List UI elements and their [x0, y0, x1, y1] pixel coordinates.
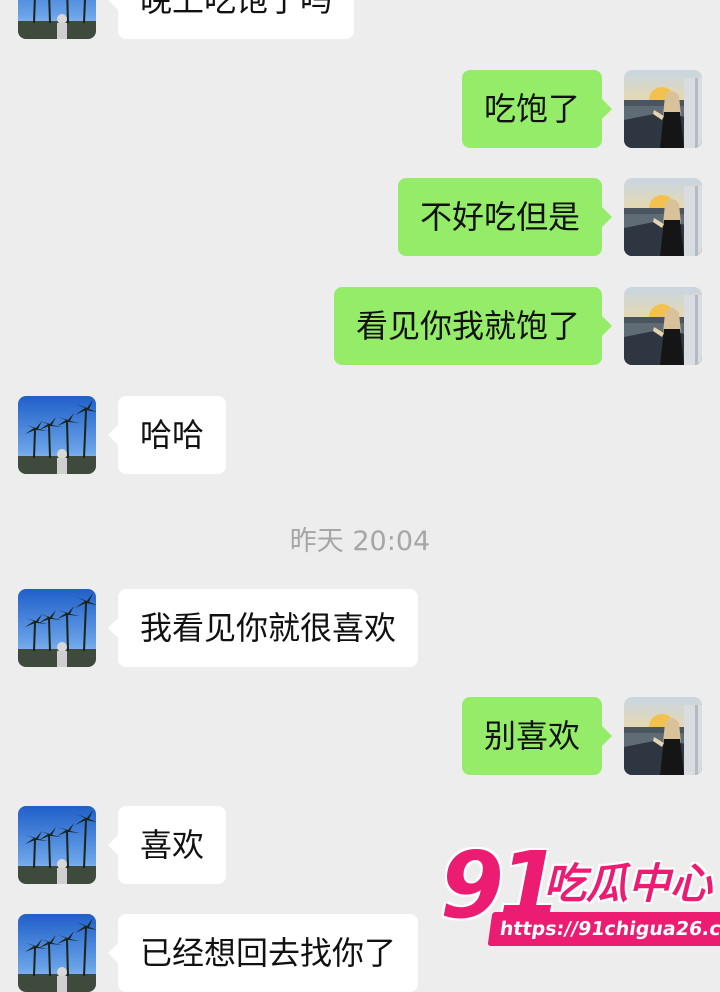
- chat-area[interactable]: 晚上吃饱了吗 吃饱了 不好吃但是 看见你我就饱了 哈哈 昨天 20:04 我看见…: [0, 0, 720, 992]
- message-bubble-incoming[interactable]: 喜欢: [107, 806, 227, 884]
- message-bubble-outgoing[interactable]: 别喜欢: [461, 697, 613, 775]
- watermark-url: https://91chigua26.com: [487, 912, 720, 946]
- contact-avatar[interactable]: [18, 396, 96, 474]
- watermark-title: 吃瓜中心: [544, 859, 713, 908]
- contact-avatar[interactable]: [18, 914, 96, 992]
- message-bubble-incoming[interactable]: 晚上吃饱了吗: [107, 0, 355, 39]
- self-avatar[interactable]: [624, 697, 702, 775]
- message-bubble-incoming[interactable]: 哈哈: [107, 396, 227, 474]
- message-bubble-incoming[interactable]: 我看见你就很喜欢: [107, 589, 419, 667]
- timestamp-divider: 昨天 20:04: [289, 526, 431, 557]
- message-bubble-outgoing[interactable]: 吃饱了: [461, 70, 613, 148]
- contact-avatar[interactable]: [18, 0, 96, 39]
- self-avatar[interactable]: [624, 178, 702, 256]
- message-bubble-outgoing[interactable]: 不好吃但是: [397, 178, 613, 256]
- contact-avatar[interactable]: [18, 589, 96, 667]
- contact-avatar[interactable]: [18, 806, 96, 884]
- site-watermark: 91 吃瓜中心 https://91chigua26.com: [440, 832, 720, 950]
- message-bubble-outgoing[interactable]: 看见你我就饱了: [333, 287, 613, 365]
- self-avatar[interactable]: [624, 287, 702, 365]
- message-bubble-incoming[interactable]: 已经想回去找你了: [107, 914, 419, 992]
- self-avatar[interactable]: [624, 70, 702, 148]
